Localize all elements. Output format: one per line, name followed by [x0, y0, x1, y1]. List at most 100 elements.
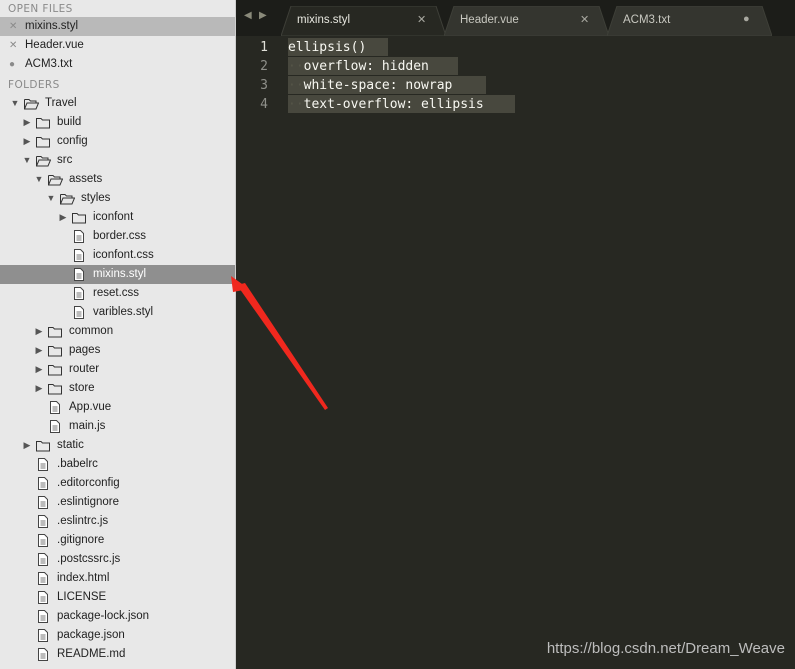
tree-folder[interactable]: ▶ build [0, 113, 235, 132]
tree-label: LICENSE [57, 591, 107, 603]
collapse-right-icon[interactable]: ▶ [22, 113, 32, 132]
forward-arrow-icon[interactable]: ▶ [259, 10, 269, 21]
open-file-header[interactable]: ✕ Header.vue [0, 36, 235, 55]
tree-label: pages [69, 344, 101, 356]
tree-label: Travel [45, 97, 77, 109]
tree-label: package-lock.json [57, 610, 150, 622]
tree-file[interactable]: .eslintignore [0, 493, 235, 512]
tree-folder[interactable]: ▶ static [0, 436, 235, 455]
close-icon[interactable]: ✕ [580, 13, 589, 26]
code-text: text-overflow: ellipsis [303, 97, 484, 112]
expand-down-icon[interactable]: ▼ [22, 151, 32, 170]
collapse-right-icon[interactable]: ▶ [34, 379, 44, 398]
unsaved-dot-icon[interactable]: ● [9, 55, 21, 74]
collapse-right-icon[interactable]: ▶ [34, 360, 44, 379]
tree-label: common [69, 325, 114, 337]
open-files-title: OPEN FILES [8, 3, 73, 15]
open-file-acm3[interactable]: ● ACM3.txt [0, 55, 235, 74]
tree-folder[interactable]: ▶ store [0, 379, 235, 398]
collapse-right-icon[interactable]: ▶ [34, 341, 44, 360]
tree-folder[interactable]: ▶ common [0, 322, 235, 341]
unsaved-dot-icon[interactable]: ● [743, 13, 750, 25]
indent-guide: ·· [288, 59, 304, 74]
tree-file[interactable]: .babelrc [0, 455, 235, 474]
tree-file[interactable]: .editorconfig [0, 474, 235, 493]
tree-folder[interactable]: ▶ pages [0, 341, 235, 360]
tree-label: iconfont [93, 211, 134, 223]
tree-folder[interactable]: ▼ Travel [0, 94, 235, 113]
line-number: 2 [260, 59, 268, 74]
expand-down-icon[interactable]: ▼ [10, 94, 20, 113]
tree-label: varibles.styl [93, 306, 154, 318]
tree-label: .editorconfig [57, 477, 120, 489]
tab-header[interactable]: Header.vue ✕ [444, 6, 609, 36]
tab-label: ACM3.txt [623, 14, 671, 26]
tree-label: router [69, 363, 100, 375]
line-number: 1 [260, 40, 268, 55]
tree-file[interactable]: varibles.styl [0, 303, 235, 322]
tree-file[interactable]: .gitignore [0, 531, 235, 550]
tree-folder[interactable]: ▶ config [0, 132, 235, 151]
code-line[interactable]: ··text-overflow: ellipsis [288, 95, 484, 114]
tree-file[interactable]: .eslintrc.js [0, 512, 235, 531]
close-icon[interactable]: ✕ [9, 36, 21, 55]
code-line[interactable]: ··overflow: hidden [288, 57, 429, 76]
expand-down-icon[interactable]: ▼ [34, 170, 44, 189]
collapse-right-icon[interactable]: ▶ [22, 436, 32, 455]
tree-file[interactable]: package.json [0, 626, 235, 645]
tree-label: .eslintignore [57, 496, 120, 508]
collapse-right-icon[interactable]: ▶ [34, 322, 44, 341]
collapse-right-icon[interactable]: ▶ [22, 132, 32, 151]
tree-file[interactable]: App.vue [0, 398, 235, 417]
open-file-label: ACM3.txt [25, 58, 73, 70]
open-file-mixins[interactable]: ✕ mixins.styl [0, 17, 235, 36]
tree-file[interactable]: main.js [0, 417, 235, 436]
tree-file[interactable]: package-lock.json [0, 607, 235, 626]
tab-mixins[interactable]: mixins.styl ✕ [281, 6, 446, 36]
tree-folder[interactable]: ▶ iconfont [0, 208, 235, 227]
tree-folder[interactable]: ▼ styles [0, 189, 235, 208]
tree-label: README.md [57, 648, 126, 660]
tree-file[interactable]: .postcssrc.js [0, 550, 235, 569]
back-arrow-icon[interactable]: ◀ [244, 10, 254, 21]
tab-label: mixins.styl [297, 14, 351, 26]
code-text: overflow: hidden [303, 59, 429, 74]
tree-file[interactable]: mixins.styl [0, 265, 235, 284]
tab-label: Header.vue [460, 14, 519, 26]
tree-label: App.vue [69, 401, 112, 413]
open-file-label: Header.vue [25, 39, 84, 51]
tree-file[interactable]: border.css [0, 227, 235, 246]
tree-label: mixins.styl [93, 268, 147, 280]
expand-down-icon[interactable]: ▼ [46, 189, 56, 208]
tree-label: config [57, 135, 88, 147]
code-line[interactable]: ellipsis() [288, 38, 366, 57]
tab-acm3[interactable]: ACM3.txt ● [607, 6, 772, 36]
tree-file[interactable]: LICENSE [0, 588, 235, 607]
collapse-right-icon[interactable]: ▶ [58, 208, 68, 227]
code-text: ellipsis() [288, 40, 367, 55]
tree-label: reset.css [93, 287, 140, 299]
close-icon[interactable]: ✕ [9, 17, 21, 36]
tree-label: .eslintrc.js [57, 515, 109, 527]
tree-label: .gitignore [57, 534, 105, 546]
tree-folder[interactable]: ▼ assets [0, 170, 235, 189]
tree-file[interactable]: reset.css [0, 284, 235, 303]
tree-label: build [57, 116, 82, 128]
tree-label: src [57, 154, 73, 166]
tree-label: styles [81, 192, 111, 204]
tree-label: package.json [57, 629, 125, 641]
tree-file[interactable]: iconfont.css [0, 246, 235, 265]
file-icon [38, 648, 48, 668]
tree-folder[interactable]: ▶ router [0, 360, 235, 379]
tree-folder[interactable]: ▼ src [0, 151, 235, 170]
tree-label: index.html [57, 572, 110, 584]
tree-label: store [69, 382, 95, 394]
tree-file[interactable]: index.html [0, 569, 235, 588]
sidebar: OPEN FILES ✕ mixins.styl ✕ Header.vue ● … [0, 0, 236, 669]
tree-label: .babelrc [57, 458, 98, 470]
code-line[interactable]: ··white-space: nowrap [288, 76, 452, 95]
tree-file[interactable]: README.md [0, 645, 235, 664]
editor-area: ◀ ▶ mixins.styl ✕ Header.vue ✕ ACM3.txt … [236, 0, 795, 669]
code-text: white-space: nowrap [303, 78, 453, 93]
close-icon[interactable]: ✕ [417, 13, 426, 26]
